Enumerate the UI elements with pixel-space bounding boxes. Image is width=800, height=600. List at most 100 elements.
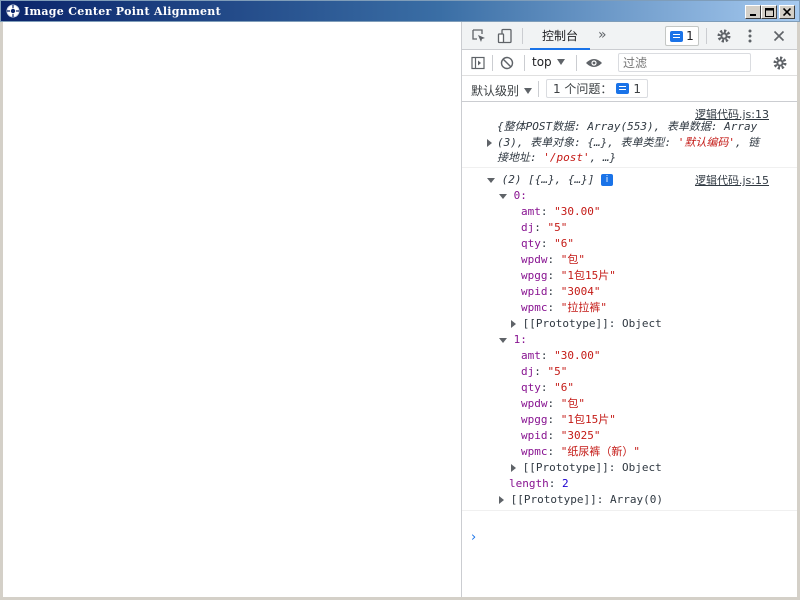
settings-button[interactable] bbox=[714, 27, 734, 45]
property-value: "1包15片" bbox=[560, 269, 616, 282]
object-property: qty: "6" bbox=[521, 381, 574, 394]
console-levels-toolbar: 默认级别 1 个问题： 1 bbox=[462, 76, 797, 102]
block-icon bbox=[500, 56, 514, 70]
tab-console-label: 控制台 bbox=[541, 28, 578, 43]
property-value: "纸尿裤（新）" bbox=[560, 445, 640, 458]
live-expression-button[interactable] bbox=[584, 55, 604, 71]
eye-icon bbox=[586, 59, 602, 67]
array-summary-row[interactable]: (2) [{…}, {…}] i bbox=[487, 172, 613, 188]
object-property: wpmc: "拉拉裤" bbox=[521, 301, 607, 314]
toolbar-divider bbox=[576, 55, 577, 71]
console-settings-button[interactable] bbox=[770, 54, 790, 72]
javascript-context-select[interactable]: top bbox=[532, 55, 565, 69]
property-key: length bbox=[509, 477, 549, 490]
object-property: wpid: "3004" bbox=[521, 285, 601, 298]
property-value: "6" bbox=[554, 237, 574, 250]
property-key: wpid bbox=[521, 429, 548, 442]
prototype-label: [[Prototype]]: Object bbox=[522, 461, 662, 474]
page-content-area[interactable] bbox=[3, 22, 461, 597]
property-value: "30.00" bbox=[554, 349, 601, 362]
issues-button-label: 1 个问题： bbox=[552, 82, 613, 96]
property-key: amt bbox=[521, 349, 541, 362]
filter-input[interactable] bbox=[618, 53, 751, 72]
property-key: wpmc bbox=[521, 301, 548, 314]
issues-button[interactable]: 1 个问题： 1 bbox=[546, 79, 648, 98]
issues-counter-value: 1 bbox=[686, 29, 694, 43]
issues-counter-badge[interactable]: 1 bbox=[665, 26, 699, 46]
message-icon bbox=[670, 30, 684, 42]
object-property: dj: "5" bbox=[521, 365, 568, 378]
toolbar-divider bbox=[492, 55, 493, 71]
property-value: "包" bbox=[560, 397, 585, 410]
gear-icon bbox=[773, 56, 787, 70]
toolbar-divider bbox=[524, 55, 525, 71]
info-icon[interactable]: i bbox=[600, 174, 613, 186]
console-prompt-icon[interactable]: › bbox=[471, 530, 476, 545]
more-tabs-button[interactable]: » bbox=[598, 27, 607, 43]
message-icon bbox=[616, 83, 630, 94]
source-link[interactable]: 逻辑代码.js:15 bbox=[695, 172, 769, 188]
minimize-button[interactable] bbox=[745, 5, 761, 19]
array-item-toggle[interactable]: 0: bbox=[499, 188, 527, 204]
property-key: wpgg bbox=[521, 413, 548, 426]
property-value: "包" bbox=[560, 253, 585, 266]
prototype-label: [[Prototype]]: Array(0) bbox=[510, 493, 663, 506]
double-chevron-right-icon: » bbox=[598, 27, 607, 43]
clear-console-button[interactable] bbox=[499, 55, 515, 71]
prototype-toggle[interactable]: [[Prototype]]: Object bbox=[511, 460, 662, 476]
device-toolbar-button[interactable] bbox=[496, 28, 514, 44]
console-message: 逻辑代码.js:13 {整体POST数据: Array(553), 表单数据: … bbox=[462, 103, 797, 168]
sidebar-toggle-icon bbox=[471, 56, 485, 70]
close-window-button[interactable] bbox=[779, 5, 795, 19]
console-output[interactable]: 逻辑代码.js:13 {整体POST数据: Array(553), 表单数据: … bbox=[462, 103, 797, 597]
devtools-panel: 控制台 » 1 top 过滤 默认级别 1 个问题： 1 逻辑代码.js:13 … bbox=[461, 22, 797, 597]
object-property: qty: "6" bbox=[521, 237, 574, 250]
array-index: 0: bbox=[513, 189, 527, 202]
property-key: wpmc bbox=[521, 445, 548, 458]
collapse-triangle-icon bbox=[499, 337, 507, 343]
property-key: dj bbox=[521, 365, 535, 378]
inspect-element-button[interactable] bbox=[470, 28, 488, 44]
customize-menu-button[interactable] bbox=[743, 27, 757, 45]
property-key: qty bbox=[521, 381, 541, 394]
issues-button-count: 1 bbox=[633, 81, 642, 96]
expand-object-toggle[interactable] bbox=[487, 135, 492, 151]
property-value: "3025" bbox=[560, 429, 601, 442]
toolbar-divider bbox=[538, 81, 539, 97]
prototype-toggle[interactable]: [[Prototype]]: Object bbox=[511, 316, 662, 332]
log-text-line: (3), 表单对象: {…}, 表单类型: '默认编码', 链 bbox=[497, 135, 759, 151]
object-property: wpmc: "纸尿裤（新）" bbox=[521, 445, 640, 458]
prototype-label: [[Prototype]]: Object bbox=[522, 317, 662, 330]
object-property: wpgg: "1包15片" bbox=[521, 269, 616, 282]
expand-triangle-icon bbox=[487, 139, 492, 147]
property-value: "5" bbox=[547, 221, 568, 234]
collapse-triangle-icon bbox=[487, 177, 495, 183]
minimize-icon bbox=[750, 14, 756, 16]
property-key: wpid bbox=[521, 285, 548, 298]
toolbar-divider bbox=[522, 28, 523, 44]
array-index: 1: bbox=[513, 333, 527, 346]
close-devtools-button[interactable] bbox=[770, 27, 788, 45]
window-title: Image Center Point Alignment bbox=[24, 5, 221, 18]
tab-console[interactable]: 控制台 bbox=[530, 22, 590, 50]
expand-triangle-icon bbox=[511, 464, 516, 472]
app-icon bbox=[6, 4, 20, 18]
console-message: 逻辑代码.js:15 (2) [{…}, {…}] i 0: amt: "30.… bbox=[462, 169, 797, 511]
prototype-toggle[interactable]: [[Prototype]]: Array(0) bbox=[499, 492, 663, 508]
object-property: dj: "5" bbox=[521, 221, 568, 234]
log-text-part: , …} bbox=[589, 151, 617, 164]
gear-icon bbox=[717, 29, 731, 43]
array-item-toggle[interactable]: 1: bbox=[499, 332, 527, 348]
property-key: wpgg bbox=[521, 269, 548, 282]
maximize-button[interactable] bbox=[761, 5, 777, 19]
log-text: {整体POST数据: Array(553), 表单数据: Array bbox=[497, 120, 758, 133]
object-property: wpdw: "包" bbox=[521, 253, 585, 266]
window-titlebar[interactable]: Image Center Point Alignment bbox=[0, 0, 800, 22]
close-icon bbox=[783, 8, 791, 16]
log-level-label: 默认级别 bbox=[471, 84, 520, 98]
property-key: qty bbox=[521, 237, 541, 250]
property-value: "1包15片" bbox=[560, 413, 616, 426]
expand-triangle-icon bbox=[511, 320, 516, 328]
log-level-select[interactable]: 默认级别 bbox=[471, 82, 533, 99]
show-sidebar-button[interactable] bbox=[470, 55, 486, 71]
